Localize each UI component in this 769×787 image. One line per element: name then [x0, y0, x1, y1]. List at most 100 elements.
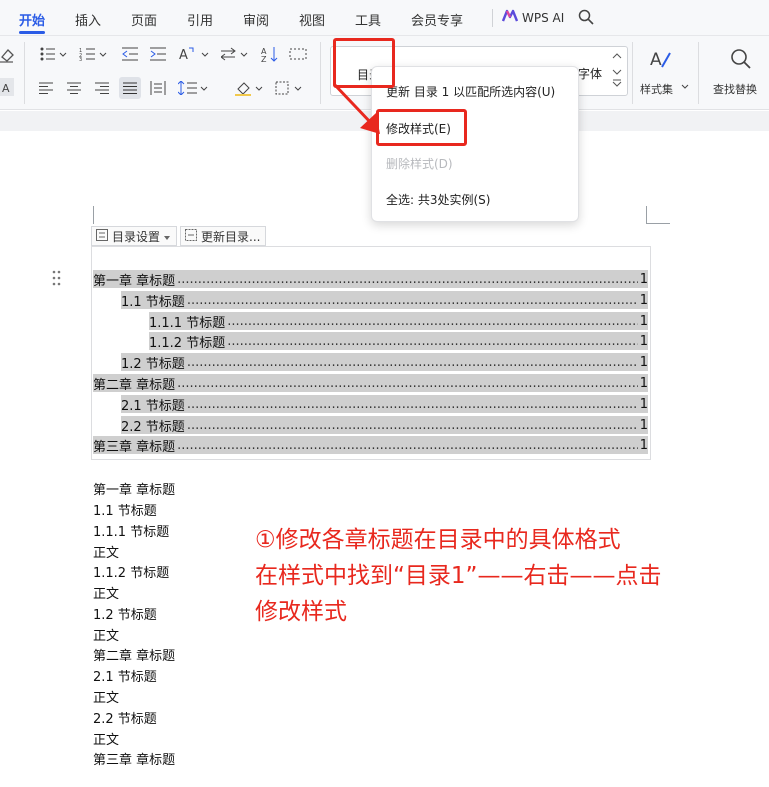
tab-page[interactable]: 页面: [131, 10, 157, 29]
toc-entry[interactable]: 第一章 章标题 1: [93, 270, 648, 288]
align-left-icon[interactable]: [36, 78, 56, 98]
tab-member[interactable]: 会员专享: [411, 10, 463, 29]
wps-ai-button[interactable]: WPS AI: [501, 9, 565, 26]
toc-entry[interactable]: 1.1 节标题 1: [121, 291, 648, 309]
body-heading: 1.2 节标题: [93, 608, 157, 623]
style-gallery-scroll[interactable]: [609, 50, 625, 92]
toc-entry-text: 1.2 节标题: [121, 356, 185, 372]
decrease-indent-icon[interactable]: [120, 44, 140, 64]
toc-entry-page: 1: [639, 333, 648, 349]
toc-leader: [187, 293, 638, 308]
show-hide-marks-icon[interactable]: [288, 44, 308, 64]
bullet-list-icon[interactable]: [38, 44, 68, 64]
toc-entry[interactable]: 2.1 节标题 1: [121, 395, 648, 413]
wps-ai-logo-icon: [501, 9, 519, 26]
toc-entry-page: 1: [639, 437, 648, 453]
wps-ai-label: WPS AI: [522, 10, 565, 25]
menu-item-update-toc1[interactable]: 更新 目录 1 以匹配所选内容(U): [386, 83, 555, 100]
toc-entry[interactable]: 1.1.1 节标题 1: [149, 312, 648, 330]
toc-leader: [187, 397, 638, 412]
annotation-line: 在样式中找到“目录1”——右击——点击: [255, 563, 662, 589]
toc-entry-text: 第一章 章标题: [93, 273, 176, 289]
search-icon[interactable]: [578, 9, 594, 29]
toc-entry-page: 1: [639, 354, 648, 370]
numbered-list-icon[interactable]: 123: [78, 44, 108, 64]
svg-text:Z: Z: [261, 55, 267, 62]
toc-entry-text: 1.1.1 节标题: [149, 315, 226, 331]
tab-references[interactable]: 引用: [187, 10, 213, 29]
menu-bar: 开始 插入 页面 引用 审阅 视图 工具 会员专享 WPS AI: [0, 0, 769, 36]
toc-entry-text: 第二章 章标题: [93, 377, 176, 393]
drag-handle-icon[interactable]: [52, 270, 62, 290]
align-right-icon[interactable]: [92, 78, 112, 98]
toc-entry-page: 1: [639, 271, 648, 287]
distributed-align-icon[interactable]: [148, 78, 168, 98]
find-replace-label[interactable]: 查找替换: [713, 81, 757, 97]
style-set-icon[interactable]: A: [645, 46, 675, 72]
toc-leader: [177, 376, 638, 391]
change-case-icon[interactable]: A: [178, 44, 210, 64]
tab-tools[interactable]: 工具: [355, 10, 381, 29]
line-spacing-icon[interactable]: [176, 78, 210, 98]
eraser-icon[interactable]: [0, 46, 14, 64]
shading-icon[interactable]: [234, 78, 266, 98]
tab-insert[interactable]: 插入: [75, 10, 101, 29]
body-heading: 第一章 章标题: [93, 483, 176, 498]
toc-leader: [227, 314, 638, 329]
ribbon-divider: [632, 42, 633, 104]
toc-leader: [227, 334, 638, 349]
toc-update-button[interactable]: 更新目录...: [180, 226, 266, 246]
toc-icon: [96, 228, 108, 244]
ribbon-divider: [24, 42, 25, 104]
margin-corner-mark: [93, 206, 94, 224]
toc-entry[interactable]: 1.1.2 节标题 1: [149, 332, 648, 350]
toc-leader: [177, 438, 638, 453]
increase-indent-icon[interactable]: [148, 44, 168, 64]
toc-settings-button[interactable]: 目录设置: [91, 226, 177, 246]
toc-leader: [177, 272, 638, 287]
text-direction-icon[interactable]: [220, 44, 250, 64]
style-set-label[interactable]: 样式集: [640, 81, 673, 97]
sort-icon[interactable]: AZ: [260, 44, 280, 64]
body-heading: 2.1 节标题: [93, 670, 157, 685]
body-paragraph: 正文: [93, 691, 120, 706]
menu-divider: [492, 9, 493, 27]
toc-update-label: 更新目录...: [201, 229, 261, 244]
pointer-arrow-icon: [330, 80, 386, 142]
body-paragraph: 正文: [93, 629, 120, 644]
menu-item-select-all[interactable]: 全选: 共3处实例(S): [386, 191, 490, 208]
toc-leader: [187, 418, 638, 433]
annotation-line: ①修改各章标题在目录中的具体格式: [255, 527, 621, 553]
borders-icon[interactable]: [274, 78, 306, 98]
toc-entry-text: 2.1 节标题: [121, 398, 185, 414]
refresh-icon: [185, 228, 197, 244]
toc-entry-page: 1: [639, 417, 648, 433]
menu-item-delete-style: 删除样式(D): [386, 157, 453, 171]
align-center-icon[interactable]: [64, 78, 84, 98]
tab-home[interactable]: 开始: [19, 10, 45, 29]
body-heading: 2.2 节标题: [93, 712, 157, 727]
margin-corner-mark: [646, 206, 670, 224]
annotation-line: 修改样式: [255, 599, 347, 625]
toc-entry[interactable]: 1.2 节标题 1: [121, 353, 648, 371]
ribbon-divider: [320, 42, 321, 104]
toc-entry[interactable]: 第二章 章标题 1: [93, 374, 648, 392]
toc-leader: [187, 355, 638, 370]
justify-icon[interactable]: [119, 77, 141, 99]
toc-settings-label: 目录设置: [112, 229, 161, 244]
toc-entry-page: 1: [639, 313, 648, 329]
tab-view[interactable]: 视图: [299, 10, 325, 29]
tab-review[interactable]: 审阅: [243, 10, 269, 29]
body-paragraph: 正文: [93, 733, 120, 748]
toc-entry-page: 1: [639, 375, 648, 391]
toc-entry[interactable]: 第三章 章标题 1: [93, 436, 648, 454]
body-heading: 第二章 章标题: [93, 649, 176, 664]
body-heading: 1.1.1 节标题: [93, 525, 170, 540]
char-shading-icon[interactable]: A: [0, 78, 14, 96]
chevron-down-icon[interactable]: [681, 80, 689, 93]
chevron-down-icon: [164, 229, 171, 243]
style-gallery-item-font[interactable]: 字体: [578, 65, 602, 82]
find-icon[interactable]: [728, 46, 754, 72]
toc-entry-page: 1: [639, 292, 648, 308]
toc-entry[interactable]: 2.2 节标题 1: [121, 416, 648, 434]
